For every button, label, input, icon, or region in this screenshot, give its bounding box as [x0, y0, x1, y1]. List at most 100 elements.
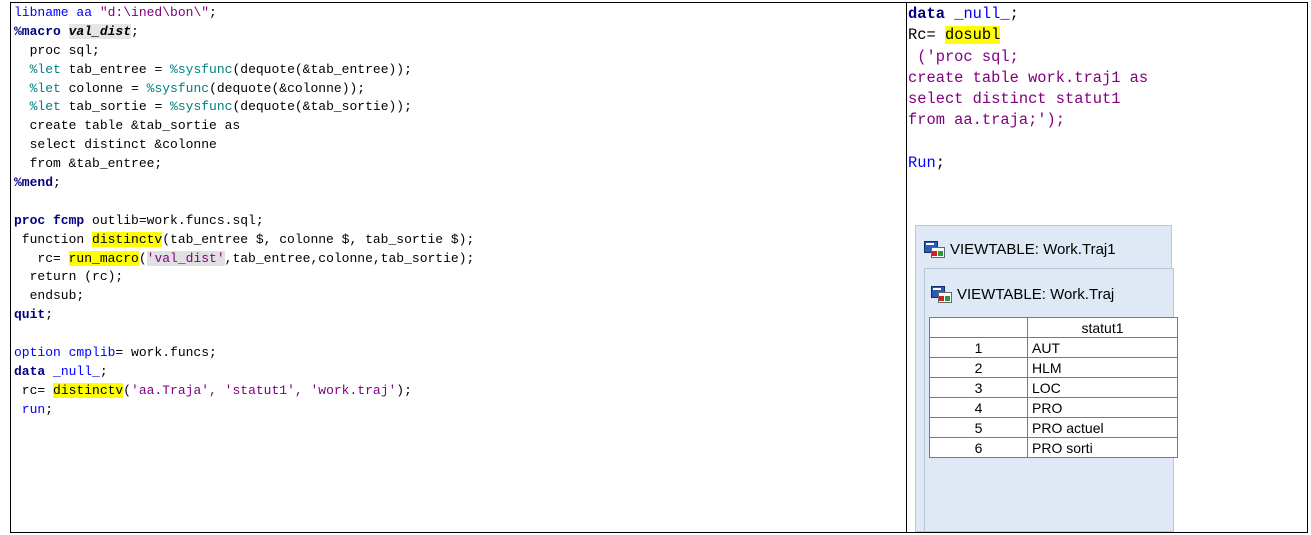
cell-statut1[interactable]: PRO sorti [1027, 437, 1178, 458]
code-line: run; [14, 401, 884, 420]
code-line: proc fcmp outlib=work.funcs.sql; [14, 212, 884, 231]
code-token: function [14, 231, 93, 247]
code-keyword: %mend [14, 175, 54, 191]
code-string-line: select distinct statut1 [908, 90, 1121, 109]
code-keyword: proc fcmp [14, 212, 85, 228]
code-string: "d:\ined\bon\" [99, 5, 210, 20]
cell-statut1[interactable]: PRO [1027, 397, 1178, 418]
code-line: select distinct &colonne [14, 137, 217, 153]
code-token: Rc= [908, 26, 945, 45]
highlighted-function-name: distinctv [92, 231, 163, 247]
table-row[interactable]: 2 HLM [929, 357, 1178, 378]
code-token: = work.funcs; [115, 345, 217, 361]
row-number-header[interactable] [929, 317, 1028, 338]
row-number[interactable]: 4 [929, 397, 1028, 418]
code-line: quit; [14, 306, 884, 325]
highlighted-function-name: run_macro [68, 250, 139, 266]
table-row[interactable]: 6 PRO sorti [929, 437, 1178, 458]
window-title: VIEWTABLE: Work.Traj1 [950, 240, 1116, 258]
row-number[interactable]: 3 [929, 377, 1028, 398]
code-token: ,tab_entree,colonne,tab_sortie); [224, 250, 475, 266]
code-keyword: data [908, 5, 945, 23]
code-macro-keyword: %let [29, 80, 61, 96]
code-token: ( [123, 382, 132, 398]
code-token: ); [396, 382, 412, 398]
code-line: function distinctv(tab_entree $, colonne… [14, 231, 884, 250]
row-number[interactable]: 6 [929, 437, 1028, 458]
table-row[interactable]: 1 AUT [929, 337, 1178, 358]
code-token: ; [1009, 5, 1019, 23]
code-token: ; [131, 23, 139, 39]
cell-statut1[interactable]: LOC [1027, 377, 1178, 398]
code-line: libname aa "d:\ined\bon\"; [14, 4, 884, 23]
code-keyword: %macro [14, 23, 61, 39]
row-number[interactable]: 5 [929, 417, 1028, 438]
code-line: data _null_; [14, 363, 884, 382]
highlighted-function-name: distinctv [53, 382, 124, 398]
code-string: 'val_dist' [146, 250, 225, 266]
code-string: 'aa.Traja', 'statut1', 'work.traj' [131, 382, 397, 398]
code-token: tab_sortie = [60, 99, 171, 115]
window-title-bar[interactable]: VIEWTABLE: Work.Traj [931, 279, 1173, 309]
code-token: ; [209, 5, 217, 20]
highlighted-function-name: dosubl [944, 26, 1001, 45]
left-code-panel: libname aa "d:\ined\bon\"; %macro val_di… [14, 4, 884, 420]
code-keyword: data [14, 363, 46, 379]
code-line: data _null_; [908, 4, 1298, 25]
code-keyword: quit [14, 307, 46, 323]
column-header-statut1[interactable]: statut1 [1027, 317, 1178, 338]
macro-name: val_dist [68, 23, 132, 39]
window-title: VIEWTABLE: Work.Traj [957, 285, 1115, 303]
code-macro-keyword: %sysfunc [170, 61, 233, 77]
code-token: ; [53, 175, 61, 191]
code-line: create table &tab_sortie as [14, 118, 241, 134]
code-token: option cmplib [14, 345, 116, 361]
code-token: ; [935, 154, 945, 173]
code-token: (dequote(&tab_entree)); [232, 61, 412, 77]
table-row[interactable]: 5 PRO actuel [929, 417, 1178, 438]
code-line: from &tab_entree; [14, 156, 163, 172]
data-grid: statut1 1 AUT 2 HLM 3 LOC 4 PRO 5 PRO actuel … [929, 317, 1178, 458]
code-token: (dequote(&tab_sortie)); [232, 99, 412, 115]
code-line: Run; [908, 153, 1298, 174]
code-token: rc= [14, 250, 69, 266]
code-line: rc= distinctv('aa.Traja', 'statut1', 'wo… [14, 382, 884, 401]
code-line: endsub; [14, 288, 85, 304]
code-token: run [14, 401, 46, 417]
code-line: %let tab_sortie = %sysfunc(dequote(&tab_… [14, 98, 884, 117]
code-token: ; [45, 401, 54, 417]
code-token: tab_entree = [60, 61, 171, 77]
window-title-bar[interactable]: VIEWTABLE: Work.Traj1 [924, 234, 1116, 264]
cell-statut1[interactable]: HLM [1027, 357, 1178, 378]
row-number[interactable]: 2 [929, 357, 1028, 378]
code-token: ( [138, 250, 147, 266]
cell-statut1[interactable]: PRO actuel [1027, 417, 1178, 438]
table-row[interactable]: 3 LOC [929, 377, 1178, 398]
cell-statut1[interactable]: AUT [1027, 337, 1178, 358]
column-divider [906, 3, 907, 532]
code-line: rc= run_macro('val_dist',tab_entree,colo… [14, 250, 884, 269]
table-row[interactable]: 4 PRO [929, 397, 1178, 418]
code-line: option cmplib= work.funcs; [14, 344, 884, 363]
code-line: %let colonne = %sysfunc(dequote(&colonne… [14, 80, 884, 99]
code-string-line: ('proc sql; [908, 47, 1019, 66]
code-line: proc sql; [14, 42, 100, 58]
code-macro-keyword: %let [29, 61, 61, 77]
code-token: _null_ [53, 363, 100, 379]
code-token: rc= [14, 382, 54, 398]
viewtable-app-icon [924, 241, 945, 258]
code-token: Run [908, 154, 936, 173]
code-token: colonne = [60, 80, 147, 96]
code-macro-keyword: %sysfunc [170, 99, 233, 115]
code-string-line: create table work.traj1 as [908, 68, 1149, 87]
row-number[interactable]: 1 [929, 337, 1028, 358]
code-token: libname aa [14, 5, 100, 20]
viewtable-app-icon [931, 286, 952, 303]
